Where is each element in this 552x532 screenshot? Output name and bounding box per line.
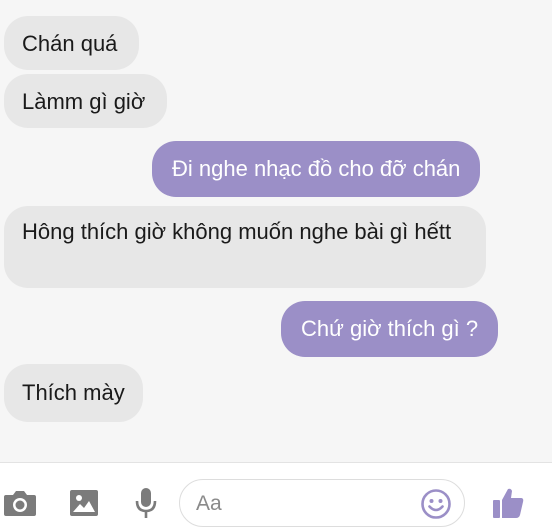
emoji-button[interactable]	[418, 486, 454, 522]
photo-icon	[70, 490, 98, 516]
message-bubble-incoming[interactable]: Thích mày	[4, 364, 143, 422]
microphone-icon	[135, 488, 157, 518]
camera-button[interactable]	[0, 483, 40, 523]
message-bubble-incoming[interactable]: Chán quá	[4, 16, 140, 70]
message-thread: Chán quá Làmm gì giờ Đi nghe nhạc đồ cho…	[0, 0, 552, 462]
message-bubble-incoming[interactable]: Hông thích giờ không muốn nghe bài gì hế…	[4, 206, 486, 288]
message-bubble-outgoing[interactable]: Đi nghe nhạc đồ cho đỡ chán	[152, 141, 481, 197]
emoji-icon	[421, 489, 451, 519]
photo-button[interactable]	[64, 483, 104, 523]
message-bubble-incoming[interactable]: Làmm gì giờ	[4, 74, 168, 128]
microphone-button[interactable]	[126, 483, 166, 523]
like-button[interactable]	[488, 483, 528, 523]
thumbs-up-icon	[493, 488, 524, 518]
message-composer	[0, 462, 552, 532]
message-input-container[interactable]	[179, 479, 465, 527]
camera-icon	[4, 491, 36, 516]
message-input[interactable]	[196, 490, 396, 518]
message-bubble-outgoing[interactable]: Chứ giờ thích gì ?	[281, 301, 499, 357]
